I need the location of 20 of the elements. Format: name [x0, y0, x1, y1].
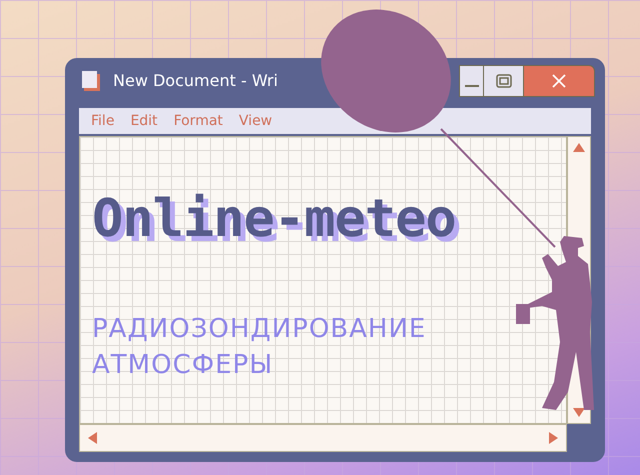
scroll-down-icon[interactable] — [573, 408, 585, 417]
notepad-icon — [81, 70, 101, 92]
menu-item[interactable]: File — [91, 110, 114, 132]
close-button[interactable] — [524, 66, 594, 96]
minimize-button[interactable] — [460, 66, 484, 96]
window-title: New Document - Wri — [113, 70, 278, 92]
menu-item[interactable]: View — [238, 110, 272, 132]
headline: Online-meteo — [92, 193, 457, 245]
subtitle-line: РАДИОЗОНДИРОВАНИЕ — [92, 313, 428, 346]
horizontal-scrollbar[interactable] — [79, 424, 567, 452]
close-icon — [551, 73, 567, 89]
scroll-right-icon[interactable] — [549, 432, 558, 444]
minimize-icon — [465, 85, 479, 87]
maximize-icon — [496, 74, 512, 88]
subtitle-line: АТМОСФЕРЫ — [92, 349, 274, 382]
menu-item[interactable]: Edit — [130, 110, 158, 132]
maximize-button[interactable] — [484, 66, 524, 96]
menu-item[interactable]: Format — [174, 110, 223, 132]
scroll-up-icon[interactable] — [573, 143, 585, 152]
scroll-left-icon[interactable] — [88, 432, 97, 444]
